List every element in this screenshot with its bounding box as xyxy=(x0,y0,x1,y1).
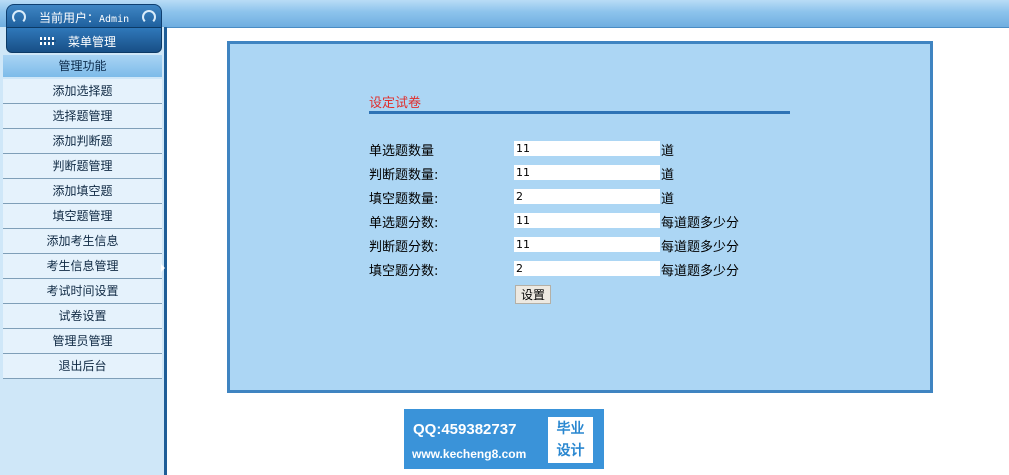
user-name: Admin xyxy=(99,14,130,25)
sidebar-item-fill-manage[interactable]: 填空题管理 xyxy=(3,204,162,229)
sidebar-item-add-judge[interactable]: 添加判断题 xyxy=(3,129,162,154)
paper-settings-panel: 设定试卷 单选题数量 道 判断题数量: 道 填空题数量: 道 单选题分数: 每道… xyxy=(227,41,933,393)
sidebar-item-add-choice[interactable]: 添加选择题 xyxy=(3,79,162,104)
submit-settings-button[interactable]: 设置 xyxy=(515,285,551,304)
field-unit: 道 xyxy=(661,144,675,159)
fill-count-input[interactable] xyxy=(514,189,660,204)
field-label: 填空题分数: xyxy=(369,264,439,279)
section-title: 管理功能 xyxy=(3,55,162,77)
menu-list: 添加选择题 选择题管理 添加判断题 判断题管理 添加填空题 填空题管理 添加考生… xyxy=(3,79,162,379)
single-count-input[interactable] xyxy=(514,141,660,156)
single-score-input[interactable] xyxy=(514,213,660,228)
sidebar-item-add-fill[interactable]: 添加填空题 xyxy=(3,179,162,204)
user-prefix: 当前用户： xyxy=(39,11,100,25)
field-unit: 每道题多少分 xyxy=(661,216,740,231)
fill-score-input[interactable] xyxy=(514,261,660,276)
form-title: 设定试卷 xyxy=(369,96,422,111)
sidebar-item-choice-manage[interactable]: 选择题管理 xyxy=(3,104,162,129)
watermark-qq: QQ:459382737 xyxy=(413,421,517,438)
menu-header: 菜单管理 xyxy=(6,27,162,53)
menu-title: 菜单管理 xyxy=(68,35,117,49)
watermark-tag: 毕业 设计 xyxy=(548,417,593,463)
judge-score-input[interactable] xyxy=(514,237,660,252)
sidebar-item-judge-manage[interactable]: 判断题管理 xyxy=(3,154,162,179)
sidebar-item-add-student[interactable]: 添加考生信息 xyxy=(3,229,162,254)
menu-grid-icon xyxy=(40,37,56,45)
current-user-tab: 当前用户：Admin xyxy=(6,4,162,28)
title-divider xyxy=(369,111,790,114)
field-label: 判断题分数: xyxy=(369,240,439,255)
judge-count-input[interactable] xyxy=(514,165,660,180)
ring-left-icon xyxy=(12,10,26,24)
field-label: 单选题分数: xyxy=(369,216,439,231)
current-user-text: 当前用户：Admin xyxy=(39,9,129,26)
sidebar: 菜单管理 管理功能 添加选择题 选择题管理 添加判断题 判断题管理 添加填空题 … xyxy=(0,27,167,475)
field-unit: 每道题多少分 xyxy=(661,240,740,255)
watermark-tag-line2: 设计 xyxy=(556,443,585,459)
field-label: 单选题数量 xyxy=(369,144,435,159)
watermark-tag-line1: 毕业 xyxy=(556,421,585,437)
field-label: 填空题数量: xyxy=(369,192,439,207)
field-unit: 道 xyxy=(661,168,675,183)
ring-right-icon xyxy=(142,10,156,24)
sidebar-item-student-manage[interactable]: 考生信息管理 xyxy=(3,254,162,279)
field-unit: 每道题多少分 xyxy=(661,264,740,279)
top-bar: 当前用户：Admin xyxy=(0,0,1009,28)
field-label: 判断题数量: xyxy=(369,168,439,183)
watermark-badge: QQ:459382737 www.kecheng8.com 毕业 设计 xyxy=(404,409,604,469)
field-unit: 道 xyxy=(661,192,675,207)
sidebar-item-logout[interactable]: 退出后台 xyxy=(3,354,162,379)
sidebar-item-paper-settings[interactable]: 试卷设置 xyxy=(3,304,162,329)
watermark-site: www.kecheng8.com xyxy=(412,447,527,461)
sidebar-collapse-arrow-icon[interactable] xyxy=(161,264,165,272)
sidebar-item-exam-time[interactable]: 考试时间设置 xyxy=(3,279,162,304)
sidebar-item-admin-manage[interactable]: 管理员管理 xyxy=(3,329,162,354)
